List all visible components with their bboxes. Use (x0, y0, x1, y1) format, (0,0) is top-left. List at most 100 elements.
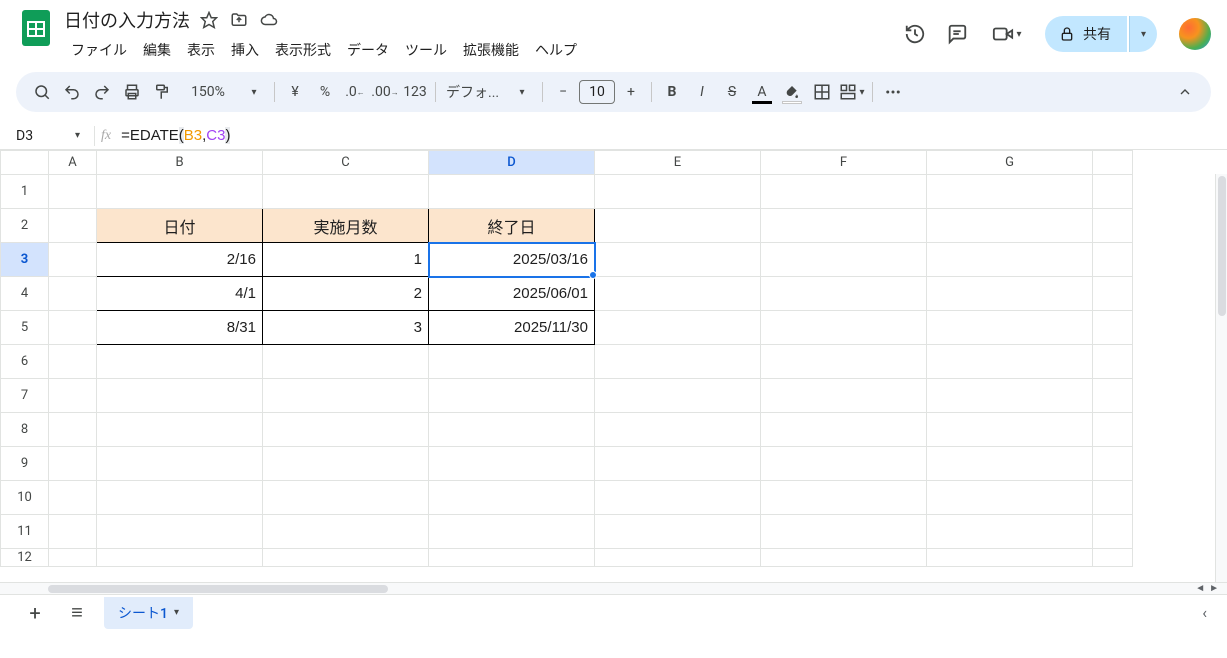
paint-format-icon[interactable] (148, 78, 176, 106)
doc-title[interactable]: 日付の入力方法 (64, 7, 190, 33)
cell-g3[interactable] (927, 243, 1093, 277)
cell-c7[interactable] (263, 379, 429, 413)
menu-data[interactable]: データ (340, 36, 396, 64)
cell-g7[interactable] (927, 379, 1093, 413)
col-header-g[interactable]: G (927, 151, 1093, 175)
print-icon[interactable] (118, 78, 146, 106)
cell-e7[interactable] (595, 379, 761, 413)
cell-extra2[interactable] (1093, 209, 1133, 243)
cell-extra6[interactable] (1093, 345, 1133, 379)
cell-b1[interactable] (97, 175, 263, 209)
decrease-decimal-icon[interactable]: .0← (341, 78, 369, 106)
cell-c6[interactable] (263, 345, 429, 379)
col-header-e[interactable]: E (595, 151, 761, 175)
borders-icon[interactable] (808, 78, 836, 106)
cell-f4[interactable] (761, 277, 927, 311)
cell-a7[interactable] (49, 379, 97, 413)
cell-a4[interactable] (49, 277, 97, 311)
select-all-corner[interactable] (1, 151, 49, 175)
cell-c2[interactable]: 実施月数 (263, 209, 429, 243)
name-box-dropdown-icon[interactable]: ▾ (75, 130, 80, 141)
cell-c8[interactable] (263, 413, 429, 447)
cell-b2[interactable]: 日付 (97, 209, 263, 243)
row-header-1[interactable]: 1 (1, 175, 49, 209)
cell-d4[interactable]: 2025/06/01 (429, 277, 595, 311)
menu-edit[interactable]: 編集 (136, 36, 178, 64)
cell-c4[interactable]: 2 (263, 277, 429, 311)
history-icon[interactable] (903, 22, 927, 46)
cell-c11[interactable] (263, 515, 429, 549)
cell-e11[interactable] (595, 515, 761, 549)
cell-g1[interactable] (927, 175, 1093, 209)
font-size-input[interactable]: 10 (579, 80, 615, 104)
cell-f8[interactable] (761, 413, 927, 447)
formula-input[interactable]: =EDATE(B3,C3) (121, 127, 230, 144)
row-header-6[interactable]: 6 (1, 345, 49, 379)
cell-g4[interactable] (927, 277, 1093, 311)
cell-c12[interactable] (263, 549, 429, 567)
cell-g9[interactable] (927, 447, 1093, 481)
cell-f2[interactable] (761, 209, 927, 243)
fx-icon[interactable]: fx (101, 128, 111, 144)
cell-a9[interactable] (49, 447, 97, 481)
text-color-icon[interactable]: A (748, 78, 776, 106)
menu-tools[interactable]: ツール (398, 36, 454, 64)
horizontal-scrollbar[interactable]: ◄ ► (0, 582, 1227, 594)
strikethrough-icon[interactable]: S (718, 78, 746, 106)
cell-c9[interactable] (263, 447, 429, 481)
cell-extra11[interactable] (1093, 515, 1133, 549)
cell-f3[interactable] (761, 243, 927, 277)
menu-format[interactable]: 表示形式 (268, 36, 338, 64)
cell-g8[interactable] (927, 413, 1093, 447)
zoom-select[interactable]: 150% (178, 78, 238, 106)
cell-d8[interactable] (429, 413, 595, 447)
row-header-11[interactable]: 11 (1, 515, 49, 549)
cell-e4[interactable] (595, 277, 761, 311)
cell-a10[interactable] (49, 481, 97, 515)
col-header-extra[interactable] (1093, 151, 1133, 175)
cell-d12[interactable] (429, 549, 595, 567)
cell-f1[interactable] (761, 175, 927, 209)
explore-icon[interactable]: ‹ (1202, 603, 1207, 622)
cell-b3[interactable]: 2/16 (97, 243, 263, 277)
avatar[interactable] (1179, 18, 1211, 50)
star-icon[interactable] (200, 11, 218, 29)
row-header-12[interactable]: 12 (1, 549, 49, 567)
cell-b12[interactable] (97, 549, 263, 567)
bold-icon[interactable]: B (658, 78, 686, 106)
col-header-c[interactable]: C (263, 151, 429, 175)
cell-f9[interactable] (761, 447, 927, 481)
cell-e9[interactable] (595, 447, 761, 481)
cell-g12[interactable] (927, 549, 1093, 567)
cell-g11[interactable] (927, 515, 1093, 549)
cell-d1[interactable] (429, 175, 595, 209)
font-select[interactable]: デフォ... (442, 78, 506, 106)
cell-c10[interactable] (263, 481, 429, 515)
cell-b7[interactable] (97, 379, 263, 413)
row-header-10[interactable]: 10 (1, 481, 49, 515)
increase-font-icon[interactable]: + (617, 78, 645, 106)
name-box[interactable]: D3 ▾ (8, 128, 88, 144)
share-dropdown[interactable]: ▾ (1129, 16, 1157, 52)
all-sheets-icon[interactable]: ≡ (62, 598, 92, 628)
cell-extra9[interactable] (1093, 447, 1133, 481)
cell-extra5[interactable] (1093, 311, 1133, 345)
cell-a12[interactable] (49, 549, 97, 567)
menu-extensions[interactable]: 拡張機能 (456, 36, 526, 64)
cell-extra1[interactable] (1093, 175, 1133, 209)
cell-d5[interactable]: 2025/11/30 (429, 311, 595, 345)
col-header-d[interactable]: D (429, 151, 595, 175)
cell-extra4[interactable] (1093, 277, 1133, 311)
col-header-f[interactable]: F (761, 151, 927, 175)
cell-extra3[interactable] (1093, 243, 1133, 277)
search-icon[interactable] (28, 78, 56, 106)
row-header-5[interactable]: 5 (1, 311, 49, 345)
menu-help[interactable]: ヘルプ (528, 36, 584, 64)
cell-a11[interactable] (49, 515, 97, 549)
cell-e12[interactable] (595, 549, 761, 567)
cell-extra7[interactable] (1093, 379, 1133, 413)
cell-g6[interactable] (927, 345, 1093, 379)
italic-icon[interactable]: I (688, 78, 716, 106)
share-button[interactable]: 共有 (1045, 16, 1127, 52)
merge-icon[interactable]: ▾ (838, 78, 866, 106)
